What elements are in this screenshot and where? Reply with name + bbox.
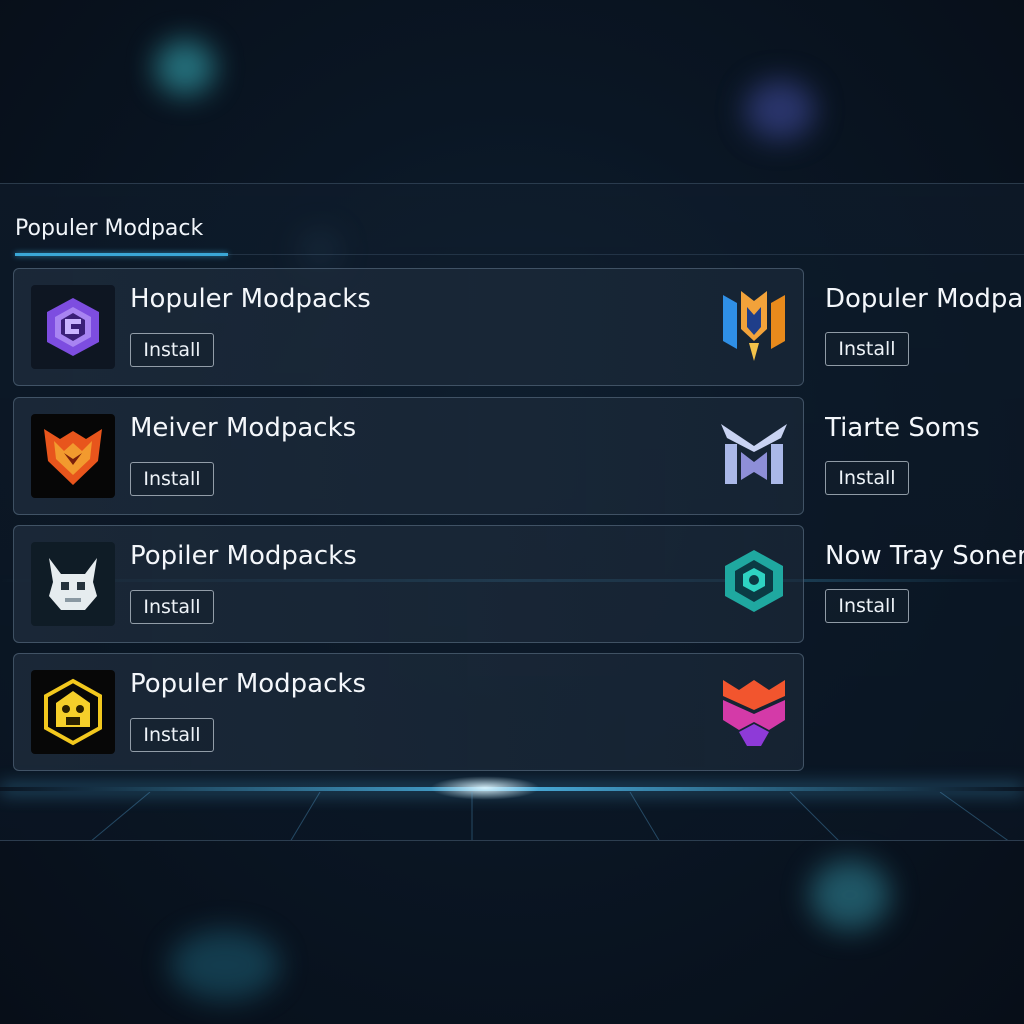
- side-item-title: Now Tray Soners: [825, 541, 1024, 571]
- teal-octagon-icon: [725, 550, 783, 612]
- modpack-card[interactable]: Popiler Modpacks Install: [13, 525, 804, 643]
- install-button[interactable]: Install: [130, 590, 214, 624]
- card-title: Populer Modpacks: [130, 669, 366, 699]
- header-divider: [228, 254, 1024, 255]
- purple-hexagon-logo-icon: [31, 285, 115, 369]
- bokeh-light: [745, 80, 815, 140]
- bokeh-light: [170, 930, 280, 1000]
- section-title: Populer Modpack: [15, 216, 204, 241]
- modpack-card[interactable]: Populer Modpacks Install: [13, 653, 804, 771]
- install-button[interactable]: Install: [130, 718, 214, 752]
- modpack-card[interactable]: Meiver Modpacks Install: [13, 397, 804, 515]
- blue-orange-crown-icon: [723, 291, 785, 361]
- side-modpack-item[interactable]: Dopuler Modpacks Install: [825, 284, 1024, 384]
- card-title: Meiver Modpacks: [130, 413, 357, 443]
- install-button[interactable]: Install: [825, 589, 909, 623]
- bokeh-light: [810, 860, 890, 930]
- install-button[interactable]: Install: [130, 333, 214, 367]
- install-button[interactable]: Install: [825, 461, 909, 495]
- orange-fox-logo-icon: [31, 414, 115, 498]
- lavender-helmet-icon: [721, 424, 787, 484]
- side-modpack-item[interactable]: Now Tray Soners Install: [825, 541, 1024, 641]
- install-button[interactable]: Install: [130, 462, 214, 496]
- install-button[interactable]: Install: [825, 332, 909, 366]
- side-item-title: Dopuler Modpacks: [825, 284, 1024, 314]
- card-title: Popiler Modpacks: [130, 541, 357, 571]
- bokeh-light: [155, 40, 215, 95]
- card-title: Hopuler Modpacks: [130, 284, 371, 314]
- modpack-panel: Populer Modpack Hopuler Modpacks Install: [0, 183, 1024, 841]
- magenta-orange-crest-icon: [723, 680, 785, 746]
- white-pixel-creature-icon: [31, 542, 115, 626]
- yellow-hexagon-logo-icon: [31, 670, 115, 754]
- side-modpack-item[interactable]: Tiarte Soms Install: [825, 413, 1024, 513]
- side-item-title: Tiarte Soms: [825, 413, 980, 443]
- section-title-underline: [15, 253, 228, 256]
- perspective-floor: [91, 792, 1009, 840]
- modpack-card[interactable]: Hopuler Modpacks Install: [13, 268, 804, 386]
